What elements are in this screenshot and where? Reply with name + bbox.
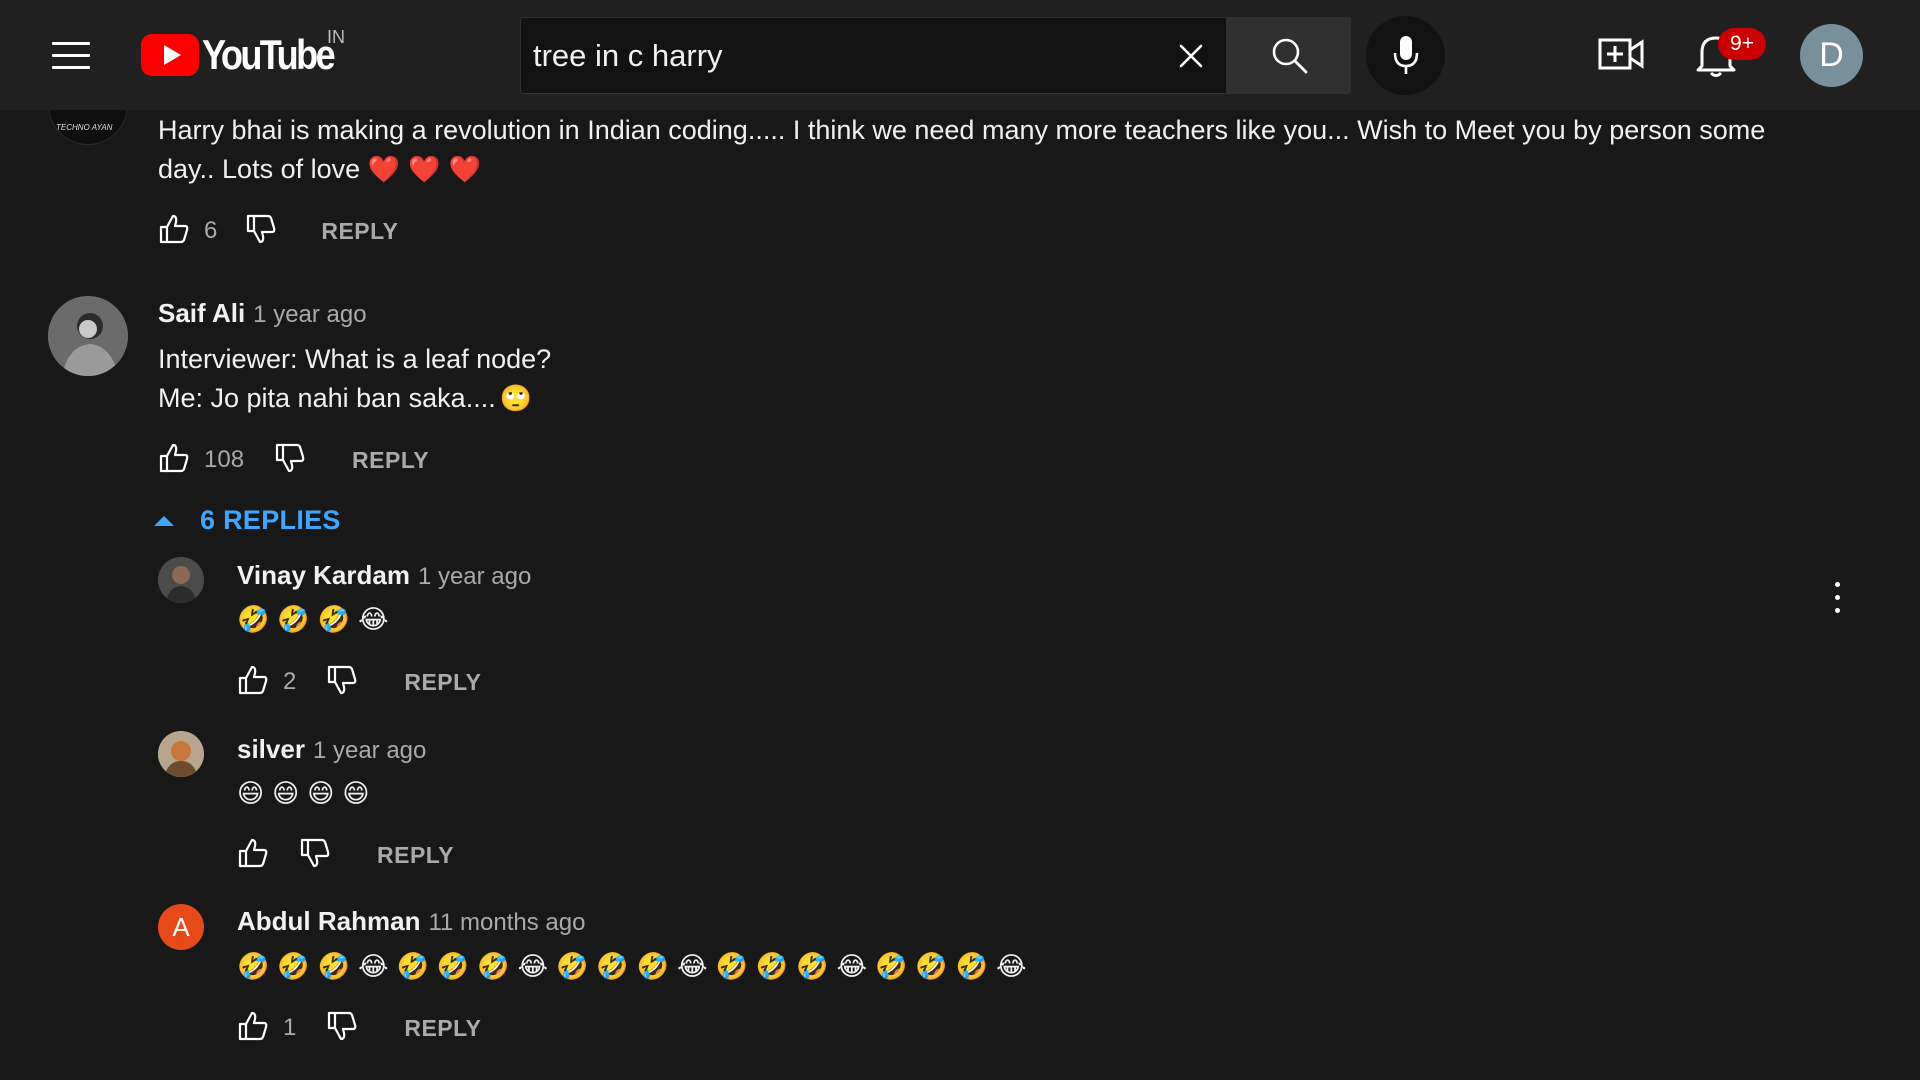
comment-text: 🤣🤣🤣😂	[237, 605, 397, 635]
comment-actions: 2 REPLY	[237, 662, 481, 702]
reply-button[interactable]: REPLY	[352, 447, 429, 474]
comment-author: silver 1 year ago	[237, 734, 426, 765]
search-box	[520, 17, 1226, 94]
top-header: YouTube IN 9+ D	[0, 0, 1920, 110]
search-button[interactable]	[1226, 17, 1351, 94]
comment-author: Saif Ali 1 year ago	[158, 298, 367, 329]
like-count: 1	[283, 1014, 297, 1041]
dislike-icon[interactable]	[326, 664, 358, 701]
comment-actions: 108 REPLY	[158, 440, 429, 480]
user-avatar[interactable]: D	[1800, 24, 1863, 87]
avatar[interactable]	[48, 296, 128, 376]
avatar[interactable]: A	[158, 904, 204, 950]
hamburger-menu-icon[interactable]	[42, 30, 100, 80]
like-count: 2	[283, 668, 297, 695]
author-name[interactable]: Vinay Kardam	[237, 560, 410, 590]
microphone-icon	[1393, 36, 1419, 74]
clear-search-icon[interactable]	[1171, 36, 1211, 76]
like-icon[interactable]	[158, 442, 190, 479]
comment-actions: 6 REPLY	[158, 211, 398, 251]
like-icon[interactable]	[237, 664, 269, 701]
comment-text: 😄😄😄😄	[237, 779, 378, 809]
comment-timestamp[interactable]: 1 year ago	[313, 737, 426, 764]
like-icon[interactable]	[237, 837, 269, 874]
author-name[interactable]: silver	[237, 734, 305, 764]
like-count: 108	[204, 446, 245, 473]
dislike-icon[interactable]	[245, 213, 277, 250]
dislike-icon[interactable]	[274, 442, 306, 479]
comment-author: Abdul Rahman 11 months ago	[237, 906, 585, 937]
comment-timestamp[interactable]: 11 months ago	[428, 909, 585, 936]
comment-text: Interviewer: What is a leaf node? Me: Jo…	[158, 344, 552, 414]
chevron-up-icon	[154, 516, 174, 526]
create-video-icon[interactable]	[1598, 34, 1644, 74]
replies-toggle-label: 6 REPLIES	[200, 504, 341, 535]
avatar-letter: A	[172, 912, 190, 942]
country-code: IN	[327, 27, 345, 47]
replies-toggle-button[interactable]: 6 REPLIES	[152, 500, 341, 540]
comment-text: Harry bhai is making a revolution in Ind…	[158, 115, 1766, 185]
youtube-play-icon	[141, 34, 199, 76]
avatar-text: TECHNO AYAN	[56, 123, 113, 132]
comment-author: Vinay Kardam 1 year ago	[237, 560, 531, 591]
reply-button[interactable]: REPLY	[404, 1015, 481, 1042]
like-count: 6	[204, 217, 218, 244]
more-actions-icon[interactable]	[1822, 578, 1852, 618]
like-icon[interactable]	[158, 213, 190, 250]
dislike-icon[interactable]	[326, 1010, 358, 1047]
comment-timestamp[interactable]: 1 year ago	[418, 563, 531, 590]
reply-button[interactable]: REPLY	[377, 842, 454, 869]
like-icon[interactable]	[237, 1010, 269, 1047]
avatar[interactable]	[158, 731, 204, 777]
comment-actions: 1 REPLY	[237, 1008, 481, 1048]
notifications-badge: 9+	[1718, 28, 1766, 60]
avatar[interactable]	[158, 557, 204, 603]
search-input[interactable]	[533, 34, 1133, 78]
emoji: 🙄	[499, 384, 533, 414]
dislike-icon[interactable]	[299, 837, 331, 874]
logo-text: YouTube	[202, 31, 336, 78]
reply-button[interactable]: REPLY	[321, 218, 398, 245]
comment-text: 🤣🤣🤣😂🤣🤣🤣😂🤣🤣🤣😂🤣🤣🤣😂🤣🤣🤣😂	[237, 952, 1035, 982]
author-name[interactable]: Saif Ali	[158, 298, 245, 328]
youtube-logo[interactable]: YouTube	[141, 30, 354, 80]
reply-button[interactable]: REPLY	[404, 669, 481, 696]
hearts-emoji: ❤️ ❤️ ❤️	[367, 155, 482, 185]
comment-actions: REPLY	[237, 835, 454, 875]
comment-timestamp[interactable]: 1 year ago	[253, 301, 366, 328]
author-name[interactable]: Abdul Rahman	[237, 906, 420, 936]
search-icon	[1272, 38, 1308, 74]
voice-search-button[interactable]	[1366, 16, 1445, 95]
